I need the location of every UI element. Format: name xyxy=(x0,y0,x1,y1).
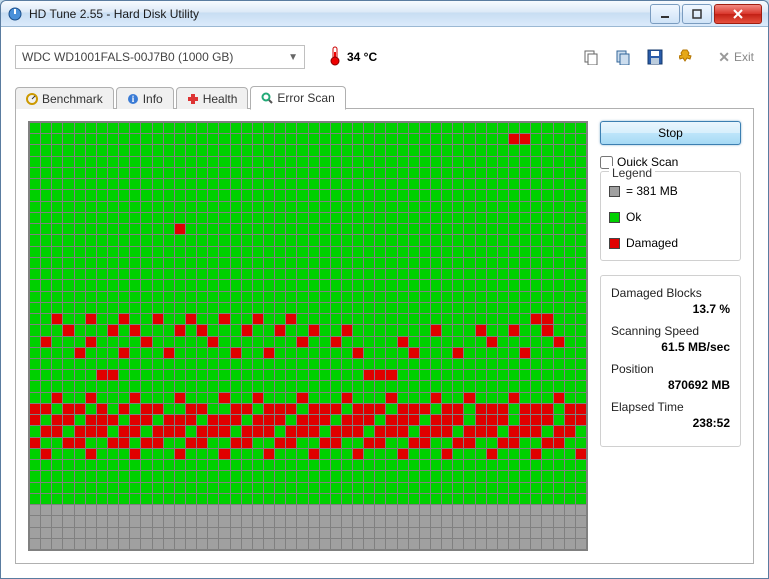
info-icon: i xyxy=(127,93,139,105)
copy-info-button[interactable] xyxy=(580,46,602,68)
exit-button[interactable]: ✕ Exit xyxy=(718,49,754,66)
legend-box: Legend = 381 MB Ok Damaged xyxy=(600,171,741,261)
gauge-icon xyxy=(26,93,38,105)
stop-button[interactable]: Stop xyxy=(600,121,741,145)
minimize-button[interactable] xyxy=(650,4,680,24)
scanning-speed-label: Scanning Speed xyxy=(611,324,730,338)
titlebar[interactable]: HD Tune 2.55 - Hard Disk Utility xyxy=(1,1,768,27)
gray-swatch-icon xyxy=(609,186,620,197)
block-map xyxy=(28,121,588,551)
error-scan-panel: Stop Quick Scan Legend = 381 MB Ok xyxy=(15,109,754,564)
legend-damaged: Damaged xyxy=(609,236,732,250)
tab-error-scan[interactable]: Error Scan xyxy=(250,86,345,110)
red-swatch-icon xyxy=(609,238,620,249)
tab-info[interactable]: i Info xyxy=(116,87,174,109)
green-swatch-icon xyxy=(609,212,620,223)
toolbar: WDC WD1001FALS-00J7B0 (1000 GB) ▼ 34 °C … xyxy=(15,37,754,77)
chevron-down-icon: ▼ xyxy=(288,52,298,63)
scanning-speed-value: 61.5 MB/sec xyxy=(611,340,730,354)
elapsed-time-value: 238:52 xyxy=(611,416,730,430)
tab-health[interactable]: Health xyxy=(176,87,249,109)
temperature-display: 34 °C xyxy=(329,46,377,69)
legend-title: Legend xyxy=(609,166,655,180)
tabstrip: Benchmark i Info Health Error Scan xyxy=(15,85,754,109)
temperature-value: 34 °C xyxy=(347,50,377,64)
position-value: 870692 MB xyxy=(611,378,730,392)
stats-box: Damaged Blocks 13.7 % Scanning Speed 61.… xyxy=(600,275,741,447)
drive-dropdown[interactable]: WDC WD1001FALS-00J7B0 (1000 GB) ▼ xyxy=(15,45,305,69)
magnifier-icon xyxy=(261,92,273,104)
window-title: HD Tune 2.55 - Hard Disk Utility xyxy=(29,7,650,21)
side-panel: Stop Quick Scan Legend = 381 MB Ok xyxy=(600,121,741,551)
legend-blocksize: = 381 MB xyxy=(609,184,732,198)
app-window: HD Tune 2.55 - Hard Disk Utility WDC WD1… xyxy=(0,0,769,579)
options-button[interactable] xyxy=(676,46,698,68)
damaged-blocks-value: 13.7 % xyxy=(611,302,730,316)
position-label: Position xyxy=(611,362,730,376)
tab-benchmark[interactable]: Benchmark xyxy=(15,87,114,109)
app-icon xyxy=(7,6,23,22)
damaged-blocks-label: Damaged Blocks xyxy=(611,286,730,300)
maximize-button[interactable] xyxy=(682,4,712,24)
close-icon: ✕ xyxy=(718,49,730,66)
elapsed-time-label: Elapsed Time xyxy=(611,400,730,414)
legend-ok: Ok xyxy=(609,210,732,224)
exit-label: Exit xyxy=(734,50,754,64)
close-button[interactable] xyxy=(714,4,762,24)
client-area: WDC WD1001FALS-00J7B0 (1000 GB) ▼ 34 °C … xyxy=(1,27,768,578)
thermometer-icon xyxy=(329,46,341,69)
copy-screenshot-button[interactable] xyxy=(612,46,634,68)
drive-name: WDC WD1001FALS-00J7B0 (1000 GB) xyxy=(22,50,233,64)
save-button[interactable] xyxy=(644,46,666,68)
health-icon xyxy=(187,93,199,105)
